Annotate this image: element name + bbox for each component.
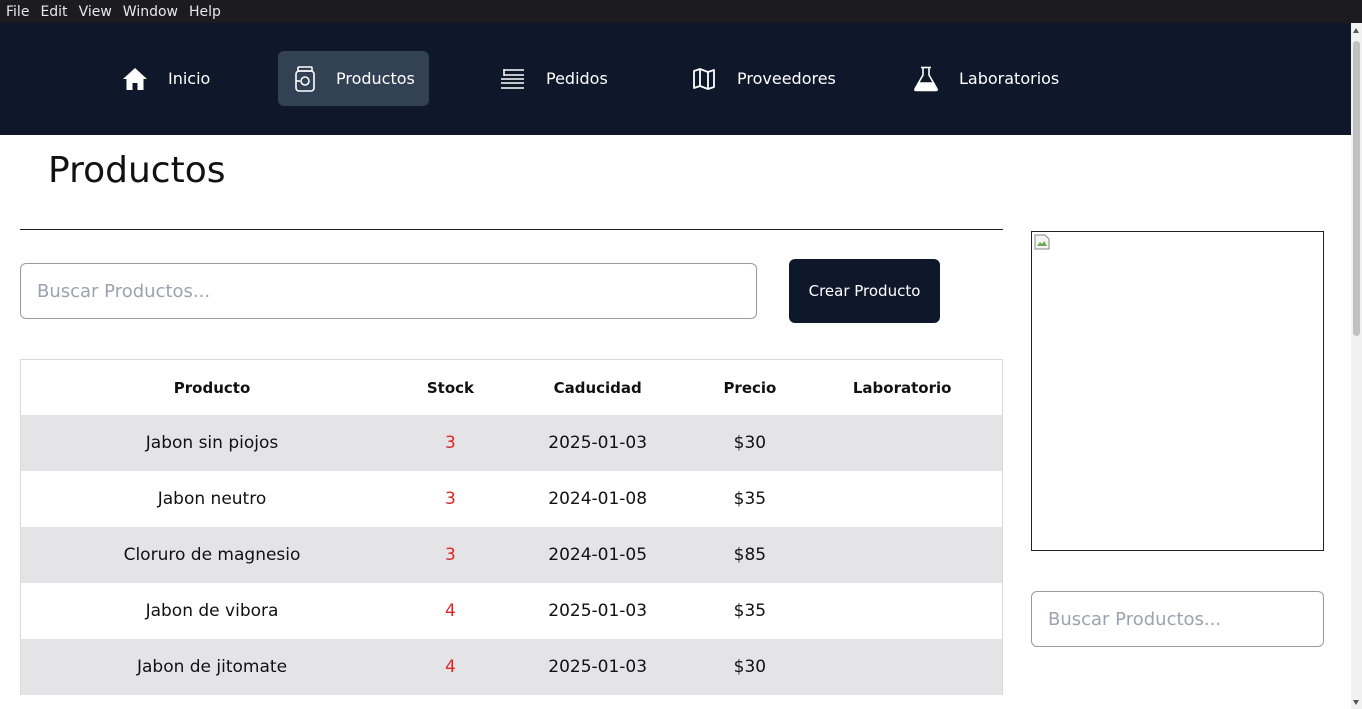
cell-laboratorio (802, 471, 1002, 527)
title-divider (20, 229, 1003, 230)
menu-view[interactable]: View (79, 4, 112, 20)
table-row[interactable]: Jabon neutro 3 2024-01-08 $35 (21, 471, 1002, 527)
header-stock: Stock (403, 360, 498, 415)
cell-caducidad: 2024-01-05 (497, 527, 698, 583)
nav-label: Pedidos (546, 69, 608, 88)
product-image (1031, 231, 1324, 551)
cell-precio: $30 (697, 639, 803, 695)
flask-icon (913, 66, 939, 92)
table-row[interactable]: Jabon de vibora 4 2025-01-03 $35 (21, 583, 1002, 639)
header-precio: Precio (697, 360, 803, 415)
main-navbar: Inicio Productos Pedidos Proveedores Lab… (0, 23, 1351, 135)
cell-laboratorio (802, 583, 1002, 639)
table-row[interactable]: Jabon sin piojos 3 2025-01-03 $30 (21, 415, 1002, 471)
cell-caducidad: 2025-01-03 (497, 583, 698, 639)
list-icon (500, 66, 526, 92)
nav-item-laboratorios[interactable]: Laboratorios (897, 51, 1075, 106)
cell-stock: 3 (403, 527, 498, 583)
sidebar-search-input[interactable] (1031, 591, 1324, 647)
cell-producto: Jabon de jitomate (21, 639, 404, 695)
cell-producto: Jabon neutro (21, 471, 404, 527)
nav-item-productos[interactable]: Productos (278, 51, 429, 106)
cell-stock: 3 (403, 471, 498, 527)
product-search-input[interactable] (20, 263, 757, 319)
header-producto: Producto (21, 360, 404, 415)
products-table: Producto Stock Caducidad Precio Laborato… (20, 359, 1003, 695)
scroll-up-arrow-icon[interactable] (1353, 28, 1359, 33)
cell-laboratorio (802, 415, 1002, 471)
cell-precio: $85 (697, 527, 803, 583)
cell-precio: $35 (697, 583, 803, 639)
menu-file[interactable]: File (6, 4, 29, 20)
create-product-button[interactable]: Crear Producto (789, 259, 940, 323)
nav-item-inicio[interactable]: Inicio (106, 51, 226, 106)
header-laboratorio: Laboratorio (802, 360, 1002, 415)
table-row[interactable]: Jabon de jitomate 4 2025-01-03 $30 (21, 639, 1002, 695)
vertical-scrollbar[interactable] (1351, 23, 1362, 709)
menu-window[interactable]: Window (123, 4, 178, 20)
page-title: Productos (48, 150, 226, 191)
cell-laboratorio (802, 527, 1002, 583)
cell-producto: Jabon de vibora (21, 583, 404, 639)
cell-stock: 4 (403, 583, 498, 639)
broken-image-icon (1034, 234, 1050, 250)
nav-label: Productos (336, 69, 415, 88)
nav-item-pedidos[interactable]: Pedidos (484, 51, 624, 106)
scroll-down-arrow-icon[interactable] (1353, 700, 1359, 705)
cell-precio: $35 (697, 471, 803, 527)
cell-caducidad: 2025-01-03 (497, 639, 698, 695)
nav-label: Laboratorios (959, 69, 1060, 88)
nav-label: Proveedores (737, 69, 836, 88)
cell-stock: 3 (403, 415, 498, 471)
menu-help[interactable]: Help (189, 4, 221, 20)
menu-edit[interactable]: Edit (40, 4, 67, 20)
cell-stock: 4 (403, 639, 498, 695)
nav-item-proveedores[interactable]: Proveedores (675, 51, 852, 106)
jar-icon (294, 65, 316, 92)
cell-laboratorio (802, 639, 1002, 695)
cell-producto: Jabon sin piojos (21, 415, 404, 471)
app-menubar: File Edit View Window Help (0, 0, 1362, 23)
scrollbar-thumb[interactable] (1353, 41, 1360, 336)
table-header-row: Producto Stock Caducidad Precio Laborato… (21, 360, 1002, 415)
cell-caducidad: 2025-01-03 (497, 415, 698, 471)
table-row[interactable]: Cloruro de magnesio 3 2024-01-05 $85 (21, 527, 1002, 583)
home-icon (122, 66, 148, 92)
cell-producto: Cloruro de magnesio (21, 527, 404, 583)
cell-precio: $30 (697, 415, 803, 471)
map-icon (691, 66, 717, 92)
nav-label: Inicio (168, 69, 211, 88)
header-caducidad: Caducidad (497, 360, 698, 415)
cell-caducidad: 2024-01-08 (497, 471, 698, 527)
